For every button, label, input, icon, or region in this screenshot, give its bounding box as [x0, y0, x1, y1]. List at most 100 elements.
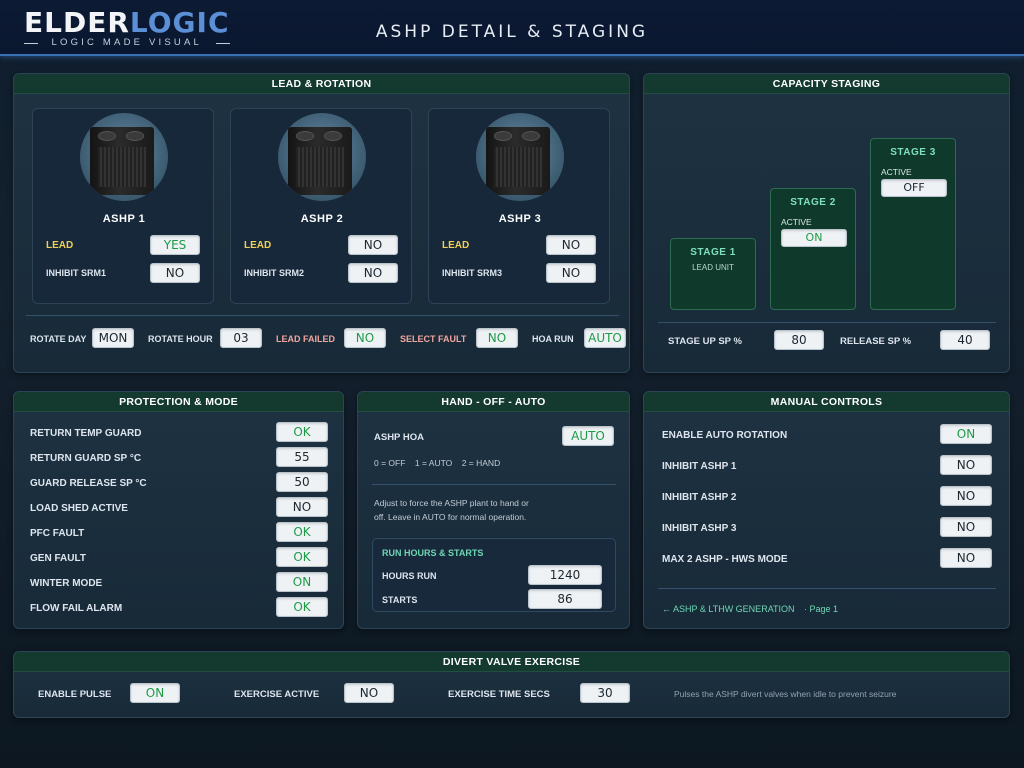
guard-release-sp-label: GUARD RELEASE SP °C	[30, 478, 147, 489]
ashp-3-lead-value[interactable]: NO	[546, 235, 596, 255]
heat-pump-image	[278, 113, 366, 201]
exercise-active-value[interactable]: NO	[344, 683, 394, 703]
hoa-run-value[interactable]: AUTO	[584, 328, 626, 348]
flow-fail-alarm-label: FLOW FAIL ALARM	[30, 603, 123, 614]
inhibit-ashp-1-label: INHIBIT ASHP 1	[662, 461, 737, 472]
return-temp-guard-label: RETURN TEMP GUARD	[30, 428, 142, 439]
ashp-3-card: ASHP 3 LEAD NO INHIBIT SRM3 NO	[428, 108, 610, 304]
rotate-day-label: ROTATE DAY	[30, 334, 87, 344]
inhibit-ashp-1-value[interactable]: NO	[940, 455, 992, 475]
divider	[372, 484, 616, 485]
exercise-active-label: EXERCISE ACTIVE	[234, 689, 320, 700]
ashp-1-inhibit-value[interactable]: NO	[150, 263, 200, 283]
nav-link-ashp-lthw[interactable]: ← ASHP & LTHW GENERATION	[662, 604, 795, 614]
ashp-1-card: ASHP 1 LEAD YES INHIBIT SRM1 NO	[32, 108, 214, 304]
inhibit-ashp-3-value[interactable]: NO	[940, 517, 992, 537]
hand-off-auto-title: HAND - OFF - AUTO	[358, 392, 629, 412]
capacity-staging-title: CAPACITY STAGING	[644, 74, 1009, 94]
return-temp-guard-value[interactable]: OK	[276, 422, 328, 442]
load-shed-active-value[interactable]: NO	[276, 497, 328, 517]
gen-fault-value[interactable]: OK	[276, 547, 328, 567]
starts-label: STARTS	[382, 595, 418, 605]
hoa-legend: 0 = OFF 1 = AUTO 2 = HAND	[374, 458, 501, 468]
lead-rotation-panel: LEAD & ROTATION ASHP 1 LEAD YES INHIBIT …	[13, 73, 630, 373]
rotate-hour-value[interactable]: 03	[220, 328, 262, 348]
inhibit-ashp-3-label: INHIBIT ASHP 3	[662, 523, 737, 534]
select-fault-label: SELECT FAULT	[400, 334, 467, 344]
enable-auto-rotation-value[interactable]: ON	[940, 424, 992, 444]
stage-3-active-label: ACTIVE	[881, 167, 912, 177]
protection-mode-panel: PROTECTION & MODE RETURN TEMP GUARD OK R…	[13, 391, 344, 629]
divert-note: Pulses the ASHP divert valves when idle …	[674, 689, 897, 699]
pfc-fault-value[interactable]: OK	[276, 522, 328, 542]
hoa-run-label: HOA RUN	[532, 334, 574, 344]
stage-3-active-value[interactable]: OFF	[881, 179, 947, 197]
max-2-ashp-value[interactable]: NO	[940, 548, 992, 568]
max-2-ashp-label: MAX 2 ASHP - HWS MODE	[662, 554, 788, 565]
stage-2-title: STAGE 2	[790, 197, 836, 208]
exercise-time-label: EXERCISE TIME SECS	[448, 689, 550, 700]
stage-up-value[interactable]: 80	[774, 330, 824, 350]
guard-release-sp-value[interactable]: 50	[276, 472, 328, 492]
run-hours-subpanel: RUN HOURS & STARTS HOURS RUN 1240 STARTS…	[372, 538, 616, 612]
stage-2-active-value[interactable]: ON	[781, 229, 847, 247]
release-label: RELEASE SP %	[840, 336, 912, 347]
rotate-day-value[interactable]: MON	[92, 328, 134, 348]
divert-valve-title: DIVERT VALVE EXERCISE	[14, 652, 1009, 672]
heat-pump-image	[80, 113, 168, 201]
ashp-hoa-value[interactable]: AUTO	[562, 426, 614, 446]
stage-2-active-label: ACTIVE	[781, 217, 812, 227]
flow-fail-alarm-value[interactable]: OK	[276, 597, 328, 617]
stage-1-title: STAGE 1	[690, 247, 736, 258]
divider	[26, 315, 619, 316]
stage-3-title: STAGE 3	[890, 147, 936, 158]
ashp-hoa-label: ASHP HOA	[374, 432, 424, 443]
ashp-3-inhibit-label: INHIBIT SRM3	[442, 268, 503, 278]
divider	[658, 322, 996, 323]
winter-mode-value[interactable]: ON	[276, 572, 328, 592]
hours-run-value[interactable]: 1240	[528, 565, 602, 585]
divert-valve-panel: DIVERT VALVE EXERCISE ENABLE PULSE ON EX…	[13, 651, 1010, 718]
stage-1-sub: LEAD UNIT	[692, 263, 734, 272]
page-title: ASHP DETAIL & STAGING	[375, 22, 649, 42]
ashp-1-name: ASHP 1	[102, 213, 146, 225]
enable-auto-rotation-label: ENABLE AUTO ROTATION	[662, 430, 788, 441]
ashp-2-lead-value[interactable]: NO	[348, 235, 398, 255]
run-hours-title: RUN HOURS & STARTS	[382, 548, 484, 558]
ashp-3-inhibit-value[interactable]: NO	[546, 263, 596, 283]
exercise-time-value[interactable]: 30	[580, 683, 630, 703]
capacity-staging-panel: CAPACITY STAGING STAGE 1 LEAD UNIT STAGE…	[643, 73, 1010, 373]
ashp-1-lead-value[interactable]: YES	[150, 235, 200, 255]
ashp-1-lead-label: LEAD	[46, 240, 74, 251]
hoa-note-line2: off. Leave in AUTO for normal operation.	[374, 512, 527, 522]
ashp-2-inhibit-value[interactable]: NO	[348, 263, 398, 283]
rotate-hour-label: ROTATE HOUR	[148, 334, 213, 344]
lead-failed-label: LEAD FAILED	[276, 334, 336, 344]
gen-fault-label: GEN FAULT	[30, 553, 86, 564]
hand-off-auto-panel: HAND - OFF - AUTO ASHP HOA AUTO 0 = OFF …	[357, 391, 630, 629]
stage-3-box: STAGE 3 ACTIVE OFF	[870, 138, 956, 310]
ashp-1-inhibit-label: INHIBIT SRM1	[46, 268, 107, 278]
protection-mode-title: PROTECTION & MODE	[14, 392, 343, 412]
ashp-3-lead-label: LEAD	[442, 240, 470, 251]
release-value[interactable]: 40	[940, 330, 990, 350]
select-fault-value[interactable]: NO	[476, 328, 518, 348]
return-guard-sp-value[interactable]: 55	[276, 447, 328, 467]
return-guard-sp-label: RETURN GUARD SP °C	[30, 453, 142, 464]
ashp-2-inhibit-label: INHIBIT SRM2	[244, 268, 305, 278]
pfc-fault-label: PFC FAULT	[30, 528, 85, 539]
nav-page-indicator[interactable]: · Page 1	[804, 604, 838, 614]
winter-mode-label: WINTER MODE	[30, 578, 103, 589]
stage-up-label: STAGE UP SP %	[668, 336, 742, 347]
enable-pulse-value[interactable]: ON	[130, 683, 180, 703]
inhibit-ashp-2-label: INHIBIT ASHP 2	[662, 492, 737, 503]
divider	[658, 588, 996, 589]
lead-rotation-title: LEAD & ROTATION	[14, 74, 629, 94]
ashp-2-card: ASHP 2 LEAD NO INHIBIT SRM2 NO	[230, 108, 412, 304]
ashp-2-lead-label: LEAD	[244, 240, 272, 251]
lead-failed-value[interactable]: NO	[344, 328, 386, 348]
hoa-note-line1: Adjust to force the ASHP plant to hand o…	[374, 498, 529, 508]
hours-run-label: HOURS RUN	[382, 571, 437, 581]
starts-value[interactable]: 86	[528, 589, 602, 609]
inhibit-ashp-2-value[interactable]: NO	[940, 486, 992, 506]
